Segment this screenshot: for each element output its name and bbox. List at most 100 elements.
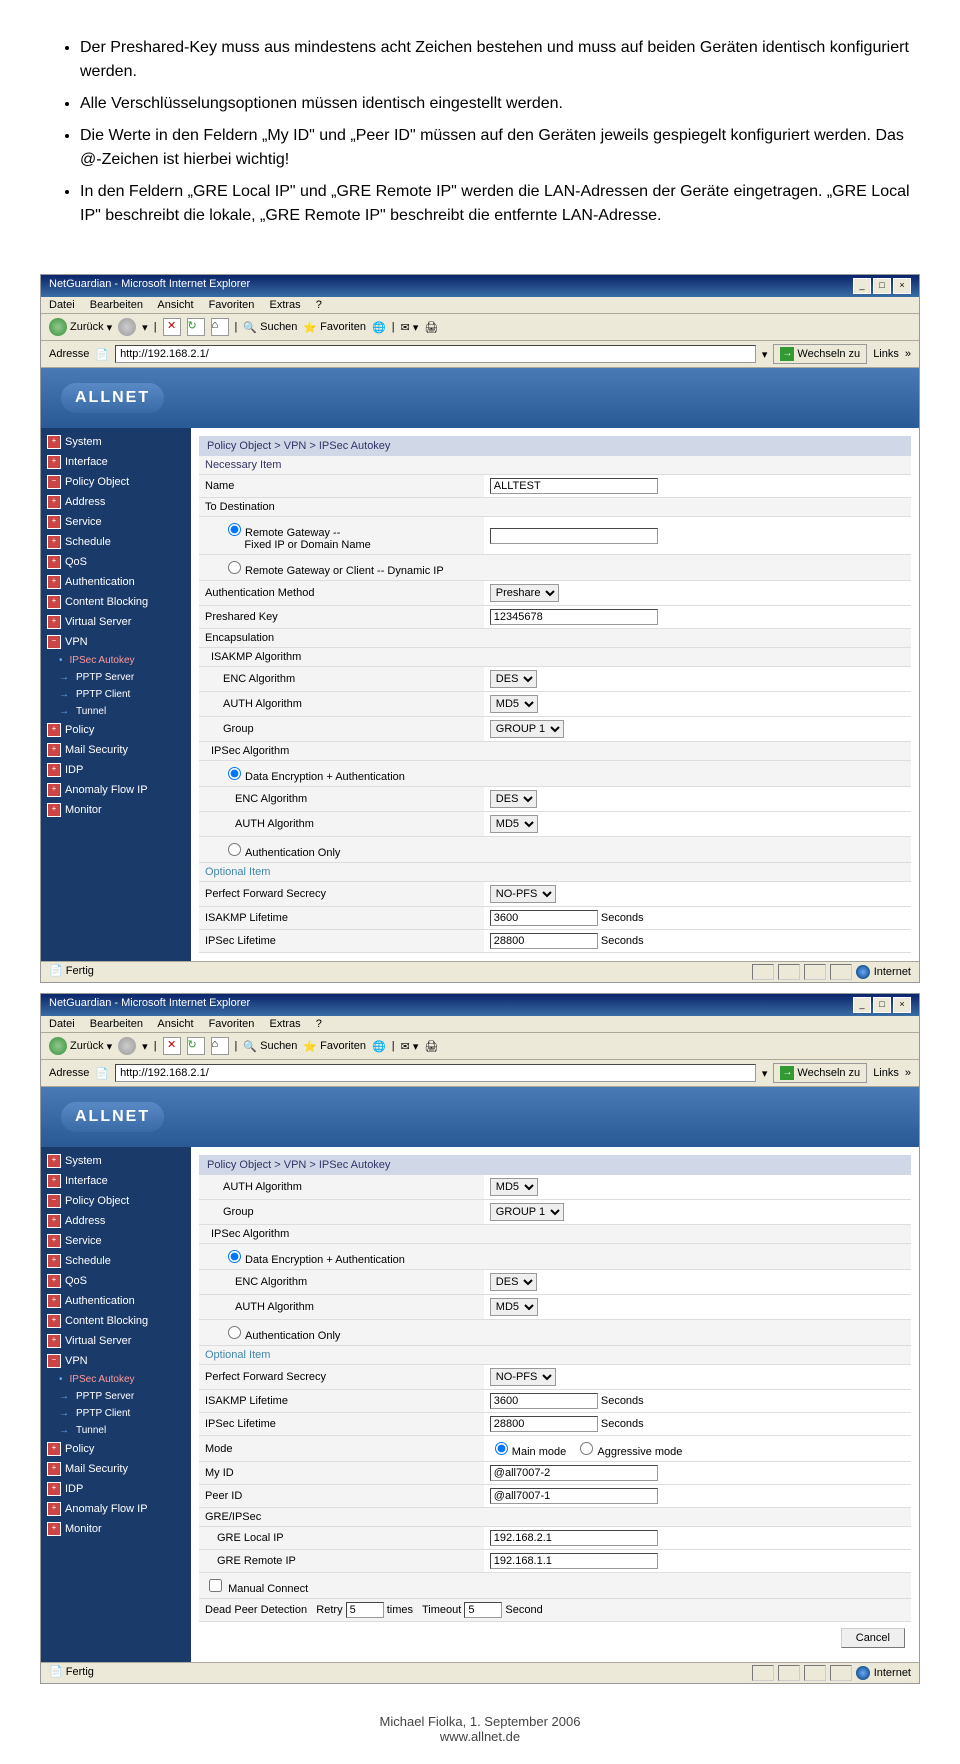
data-encryption-radio-2[interactable] — [228, 1250, 241, 1263]
menu-bearbeiten[interactable]: Bearbeiten — [90, 299, 143, 311]
sidebar-sub-ipsec-autokey[interactable]: •IPSec Autokey — [41, 652, 191, 669]
ipsec-auth-select[interactable]: MD5 — [490, 815, 538, 833]
sidebar-item-authentication-2[interactable]: +Authentication — [41, 1291, 191, 1311]
auth-method-select[interactable]: Preshare — [490, 584, 559, 602]
sidebar-item-vpn[interactable]: −VPN — [41, 632, 191, 652]
ipsec-lifetime-input-2[interactable] — [490, 1416, 598, 1432]
auth-only-radio-2[interactable] — [228, 1326, 241, 1339]
maximize-icon[interactable]: □ — [873, 278, 891, 294]
isakmp-lifetime-input[interactable] — [490, 910, 598, 926]
sidebar-sub-tunnel[interactable]: →Tunnel — [41, 703, 191, 720]
auth-algorithm-select-2[interactable]: MD5 — [490, 1178, 538, 1196]
close-icon[interactable]: × — [893, 278, 911, 294]
isakmp-lifetime-input-2[interactable] — [490, 1393, 598, 1409]
url-input-2[interactable]: http://192.168.2.1/ — [115, 1064, 756, 1082]
sidebar-item-policy[interactable]: +Policy — [41, 720, 191, 740]
sidebar-item-idp[interactable]: +IDP — [41, 760, 191, 780]
back-button[interactable]: Zurück ▾ — [49, 318, 112, 336]
go-button[interactable]: →Wechseln zu — [773, 344, 867, 364]
sidebar-item-address[interactable]: +Address — [41, 492, 191, 512]
print-icon[interactable]: 🖨 — [424, 321, 438, 334]
group-select[interactable]: GROUP 1 — [490, 720, 564, 738]
media-icon-2[interactable]: 🌐 — [372, 1040, 386, 1053]
remote-gateway-dynamic-radio[interactable] — [228, 561, 241, 574]
search-button[interactable]: 🔍 Suchen — [243, 321, 297, 334]
refresh-button-2[interactable]: ↻ — [187, 1037, 205, 1055]
menu-bearbeiten-2[interactable]: Bearbeiten — [90, 1018, 143, 1030]
aggressive-mode-radio[interactable] — [580, 1442, 593, 1455]
sidebar-item-service-2[interactable]: +Service — [41, 1231, 191, 1251]
favorites-button[interactable]: ⭐ Favoriten — [303, 321, 366, 334]
sidebar-item-authentication[interactable]: +Authentication — [41, 572, 191, 592]
sidebar-sub-pptp-server[interactable]: →PPTP Server — [41, 669, 191, 686]
timeout-input[interactable] — [464, 1602, 502, 1618]
forward-button[interactable] — [118, 318, 136, 336]
sidebar-item-virtual-server-2[interactable]: +Virtual Server — [41, 1331, 191, 1351]
ipsec-auth-select-2[interactable]: MD5 — [490, 1298, 538, 1316]
remote-gateway-ip-input[interactable] — [490, 528, 658, 544]
go-button-2[interactable]: →Wechseln zu — [773, 1063, 867, 1083]
ipsec-enc-select[interactable]: DES — [490, 790, 537, 808]
maximize-icon-2[interactable]: □ — [873, 997, 891, 1013]
back-button-2[interactable]: Zurück ▾ — [49, 1037, 112, 1055]
sidebar-item-system[interactable]: +System — [41, 432, 191, 452]
refresh-button[interactable]: ↻ — [187, 318, 205, 336]
sidebar-sub-pptp-client-2[interactable]: →PPTP Client — [41, 1405, 191, 1422]
peer-id-input[interactable] — [490, 1488, 658, 1504]
menu-datei-2[interactable]: Datei — [49, 1018, 75, 1030]
print-icon-2[interactable]: 🖨 — [424, 1040, 438, 1053]
sidebar-item-schedule-2[interactable]: +Schedule — [41, 1251, 191, 1271]
ipsec-lifetime-input[interactable] — [490, 933, 598, 949]
menu-ansicht-2[interactable]: Ansicht — [157, 1018, 193, 1030]
cancel-button[interactable]: Cancel — [841, 1628, 905, 1648]
media-icon[interactable]: 🌐 — [372, 321, 386, 334]
data-encryption-radio[interactable] — [228, 767, 241, 780]
sidebar-item-schedule[interactable]: +Schedule — [41, 532, 191, 552]
stop-button-2[interactable]: ✕ — [163, 1037, 181, 1055]
links-label[interactable]: Links — [873, 348, 899, 360]
sidebar-item-policy-object-2[interactable]: −Policy Object — [41, 1191, 191, 1211]
sidebar-sub-ipsec-autokey-2[interactable]: •IPSec Autokey — [41, 1371, 191, 1388]
auth-algorithm-select[interactable]: MD5 — [490, 695, 538, 713]
sidebar-item-policy-2[interactable]: +Policy — [41, 1439, 191, 1459]
sidebar-item-anomaly-flow-ip-2[interactable]: +Anomaly Flow IP — [41, 1499, 191, 1519]
sidebar-item-address-2[interactable]: +Address — [41, 1211, 191, 1231]
stop-button[interactable]: ✕ — [163, 318, 181, 336]
mail-icon[interactable]: ✉ ▾ — [401, 321, 419, 334]
my-id-input[interactable] — [490, 1465, 658, 1481]
sidebar-item-vpn-2[interactable]: −VPN — [41, 1351, 191, 1371]
sidebar-item-content-blocking[interactable]: +Content Blocking — [41, 592, 191, 612]
url-input[interactable]: http://192.168.2.1/ — [115, 345, 756, 363]
sidebar-item-policy-object[interactable]: −Policy Object — [41, 472, 191, 492]
sidebar-item-interface-2[interactable]: +Interface — [41, 1171, 191, 1191]
sidebar-sub-pptp-client[interactable]: →PPTP Client — [41, 686, 191, 703]
menu-extras[interactable]: Extras — [269, 299, 300, 311]
forward-button-2[interactable] — [118, 1037, 136, 1055]
sidebar-item-service[interactable]: +Service — [41, 512, 191, 532]
ipsec-enc-select-2[interactable]: DES — [490, 1273, 537, 1291]
sidebar-item-qos-2[interactable]: +QoS — [41, 1271, 191, 1291]
minimize-icon[interactable]: _ — [853, 278, 871, 294]
pfs-select-2[interactable]: NO-PFS — [490, 1368, 556, 1386]
auth-only-radio[interactable] — [228, 843, 241, 856]
links-label-2[interactable]: Links — [873, 1067, 899, 1079]
enc-algorithm-select[interactable]: DES — [490, 670, 537, 688]
gre-remote-ip-input[interactable] — [490, 1553, 658, 1569]
sidebar-item-qos[interactable]: +QoS — [41, 552, 191, 572]
menu-help[interactable]: ? — [316, 299, 322, 311]
home-button[interactable]: ⌂ — [211, 318, 229, 336]
sidebar-item-system-2[interactable]: +System — [41, 1151, 191, 1171]
gre-local-ip-input[interactable] — [490, 1530, 658, 1546]
sidebar-item-virtual-server[interactable]: +Virtual Server — [41, 612, 191, 632]
menu-extras-2[interactable]: Extras — [269, 1018, 300, 1030]
close-icon-2[interactable]: × — [893, 997, 911, 1013]
manual-connect-checkbox[interactable] — [209, 1579, 222, 1592]
sidebar-item-anomaly-flow-ip[interactable]: +Anomaly Flow IP — [41, 780, 191, 800]
sidebar-item-monitor-2[interactable]: +Monitor — [41, 1519, 191, 1539]
sidebar-item-monitor[interactable]: +Monitor — [41, 800, 191, 820]
name-input[interactable] — [490, 478, 658, 494]
menu-favoriten[interactable]: Favoriten — [209, 299, 255, 311]
sidebar-item-mail-security-2[interactable]: +Mail Security — [41, 1459, 191, 1479]
preshared-key-input[interactable] — [490, 609, 658, 625]
sidebar-item-content-blocking-2[interactable]: +Content Blocking — [41, 1311, 191, 1331]
